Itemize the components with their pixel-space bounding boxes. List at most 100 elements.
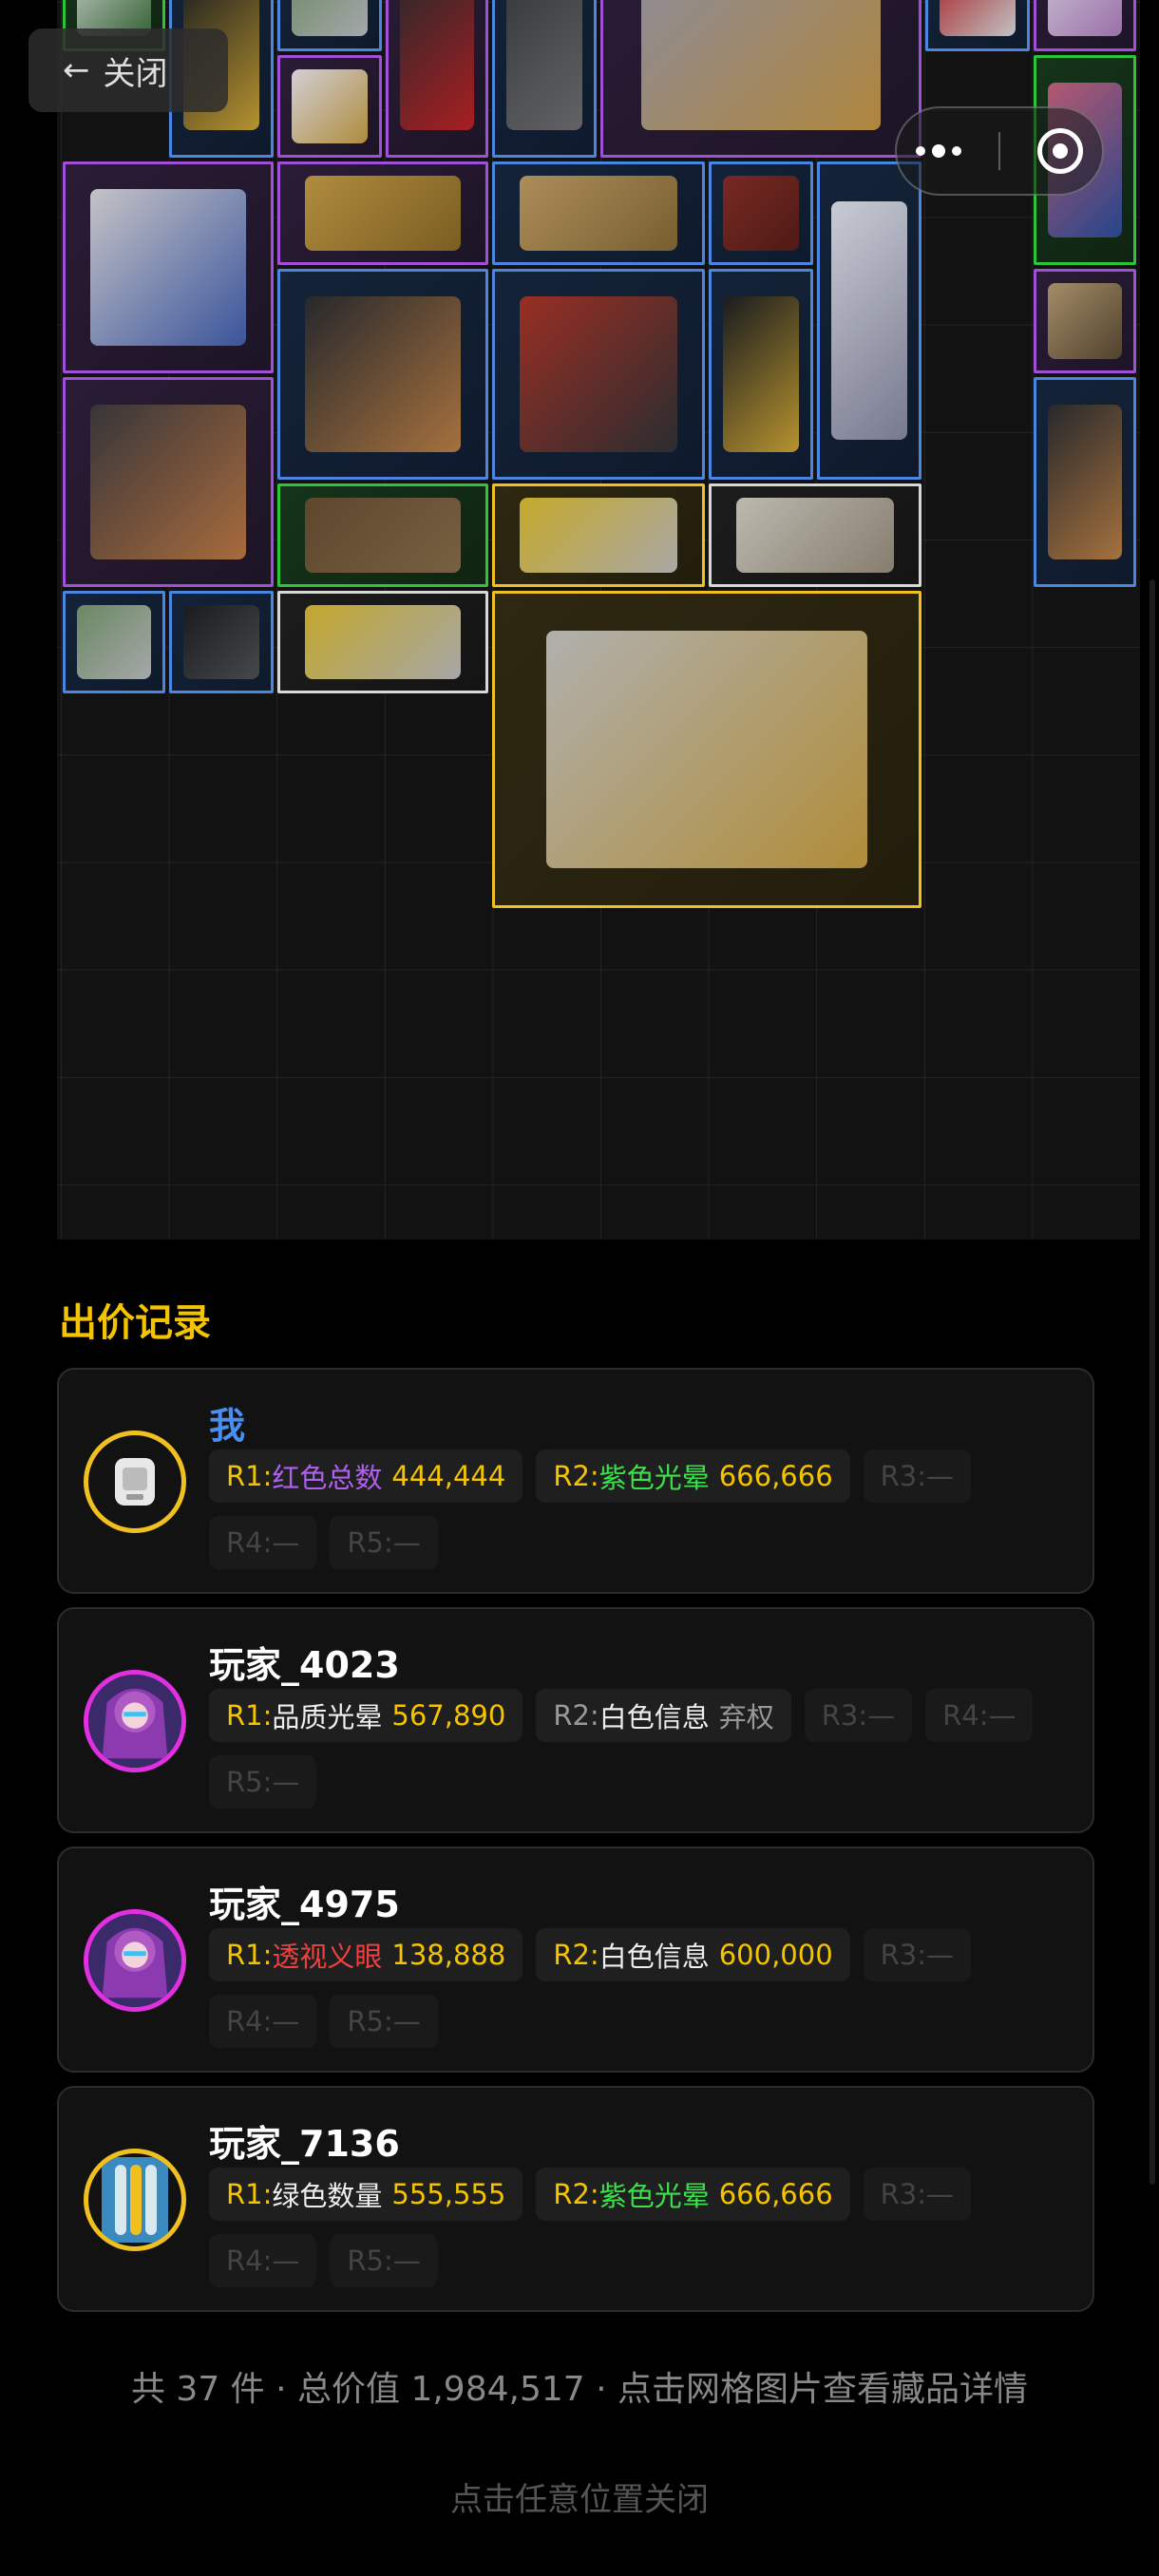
item-coffee-machine[interactable]	[63, 377, 274, 587]
item-perfume-bottle[interactable]	[1034, 0, 1136, 51]
round-prefix: R4:	[226, 2005, 273, 2037]
round-value: —	[867, 1699, 896, 1732]
power-drill-image	[520, 295, 677, 453]
item-cd-disc[interactable]	[277, 0, 382, 51]
item-display-panel[interactable]	[277, 269, 488, 480]
item-power-drill[interactable]	[492, 269, 705, 480]
round-tag-r3: R3: —	[804, 1689, 913, 1742]
round-tag-r5: R5: —	[209, 1755, 317, 1809]
round-tag-r2: R2: 白色信息 600,000	[536, 1928, 850, 1981]
round-tag-r4: R4: —	[209, 1995, 317, 2048]
round-tag-r2: R2: 紫色光晕 666,666	[536, 1449, 850, 1503]
exit-target-icon[interactable]	[1037, 128, 1084, 174]
round-prefix: R2:	[553, 1939, 599, 1971]
smartwatch-avatar	[84, 1430, 186, 1533]
cd-disc-image	[292, 0, 368, 37]
round-prefix: R3:	[821, 1699, 868, 1732]
round-tag-r3: R3: —	[863, 2168, 972, 2221]
bid-rounds: R1: 红色总数 444,444 R2: 紫色光晕 666,666 R3: — R4: — R5: —	[209, 1449, 1074, 1569]
round-tag-r5: R5: —	[330, 1995, 438, 2048]
server-rack-image	[545, 631, 868, 868]
centrifuge-image	[89, 189, 247, 346]
bid-history-title: 出价记录	[59, 1301, 211, 1345]
item-gold-necklace[interactable]	[277, 161, 488, 265]
item-server-rack[interactable]	[492, 591, 922, 908]
item-remote-control[interactable]	[492, 0, 597, 158]
item-cd-disc[interactable]	[63, 591, 165, 693]
bidder-name: 玩家_4975	[209, 1884, 400, 1925]
round-tag-r2: R2: 白色信息 弃权	[536, 1689, 791, 1742]
item-wood-plank[interactable]	[277, 483, 488, 587]
round-prefix: R3:	[880, 1460, 927, 1492]
bid-rounds: R1: 品质光晕 567,890 R2: 白色信息 弃权 R3: — R4: — R5: —	[209, 1689, 1074, 1809]
round-tag-r1: R1: 品质光晕 567,890	[209, 1689, 523, 1742]
round-label: 紫色光晕	[598, 1462, 710, 1494]
round-prefix: R1:	[226, 1699, 273, 1732]
more-icon[interactable]	[915, 144, 961, 158]
item-action-camera[interactable]	[169, 591, 274, 693]
round-value: —	[926, 1460, 955, 1492]
round-prefix: R5:	[347, 2245, 393, 2277]
round-prefix: R2:	[553, 1460, 599, 1492]
map-papers-image	[736, 498, 894, 573]
round-value: —	[392, 2245, 421, 2277]
round-prefix: R4:	[942, 1699, 989, 1732]
battery-avatar	[84, 2149, 186, 2251]
item-honeycomb-panel[interactable]	[492, 161, 705, 265]
back-arrow-icon: ←	[63, 51, 90, 89]
bid-record-card: 我 R1: 红色总数 444,444 R2: 紫色光晕 666,666 R3: — R4: — R5:…	[57, 1368, 1094, 1594]
coffee-bag-image	[400, 0, 474, 130]
round-value: —	[988, 1699, 1016, 1732]
round-prefix: R2:	[553, 1699, 599, 1732]
item-utility-knife[interactable]	[492, 483, 705, 587]
close-hint[interactable]: 点击任意位置关闭	[0, 2473, 1159, 2520]
item-ornate-knife[interactable]	[600, 0, 922, 158]
round-value: —	[392, 1526, 421, 1559]
round-label: 紫色光晕	[598, 2180, 710, 2212]
round-prefix: R3:	[880, 2178, 927, 2210]
cola-can-image	[940, 0, 1016, 37]
item-cola-can[interactable]	[925, 0, 1030, 51]
round-tag-r1: R1: 红色总数 444,444	[209, 1449, 523, 1503]
scrollbar[interactable]	[1150, 579, 1155, 2185]
capsule-divider	[998, 132, 1000, 170]
round-tag-r3: R3: —	[863, 1449, 972, 1503]
round-prefix: R1:	[226, 1939, 273, 1971]
item-centrifuge[interactable]	[63, 161, 274, 373]
round-tag-r1: R1: 绿色数量 555,555	[209, 2168, 523, 2221]
perfume-bottle-image	[1048, 0, 1122, 37]
bidder-name: 玩家_4023	[209, 1644, 400, 1686]
round-prefix: R3:	[880, 1939, 927, 1971]
close-label: 关闭	[103, 54, 168, 93]
bid-rounds: R1: 绿色数量 555,555 R2: 紫色光晕 666,666 R3: — R4: — R5: —	[209, 2168, 1074, 2287]
utility-knife-image	[304, 605, 462, 679]
round-prefix: R1:	[226, 2178, 273, 2210]
item-teacup[interactable]	[277, 55, 382, 158]
item-golden-flashlight[interactable]	[709, 269, 813, 480]
item-coffee-bag[interactable]	[386, 0, 488, 158]
microscope-image	[831, 201, 907, 440]
coffee-machine-image	[89, 404, 247, 560]
round-tag-r4: R4: —	[925, 1689, 1034, 1742]
round-tag-r4: R4: —	[209, 2234, 317, 2287]
bidder-name: 玩家_7136	[209, 2123, 400, 2165]
action-camera-image	[183, 605, 259, 679]
bidder-name: 我	[209, 1405, 246, 1447]
round-value: 555,555	[391, 2178, 506, 2210]
round-value: 666,666	[718, 1460, 833, 1492]
close-button[interactable]: ← 关闭	[28, 28, 228, 112]
item-map-papers[interactable]	[709, 483, 922, 587]
utility-knife-image	[520, 498, 677, 573]
item-vintage-radio[interactable]	[1034, 269, 1136, 373]
item-microscope[interactable]	[817, 161, 922, 480]
round-prefix: R4:	[226, 2245, 273, 2277]
round-prefix: R5:	[226, 1766, 273, 1798]
item-utility-knife[interactable]	[277, 591, 488, 693]
round-value: 138,888	[391, 1939, 506, 1971]
item-leather-wallet[interactable]	[709, 161, 813, 265]
round-tag-r5: R5: —	[330, 2234, 438, 2287]
round-label: 白色信息	[598, 1701, 710, 1733]
item-display-panel[interactable]	[1034, 377, 1136, 587]
bid-record-card: 玩家_4023 R1: 品质光晕 567,890 R2: 白色信息 弃权 R3: — R4: — R5…	[57, 1607, 1094, 1833]
gold-necklace-image	[304, 176, 462, 251]
